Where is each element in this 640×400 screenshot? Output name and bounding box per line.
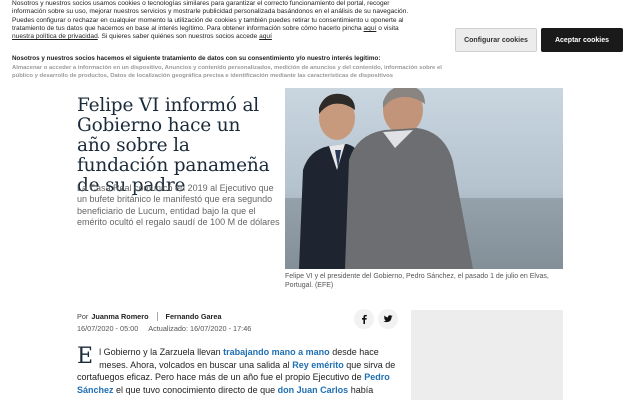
byline-separator	[156, 312, 158, 321]
body-text: el que tuvo conocimiento directo de que	[116, 384, 276, 395]
author-link-2[interactable]: Fernando Garea	[166, 312, 222, 321]
cookie-text-1: Nosotros y nuestros socios usamos cookie…	[12, 0, 409, 16]
body-link-juan-carlos[interactable]: don Juan Carlos	[278, 385, 349, 395]
cookie-text-4: . Si quieres saber quiénes son nuestros …	[97, 33, 258, 41]
photo-caption: Felipe VI y el presidente del Gobierno, …	[285, 273, 549, 290]
body-text: había	[350, 384, 374, 395]
cookie-notice-text: Nosotros y nuestros socios usamos cookie…	[12, 0, 420, 41]
twitter-icon	[383, 315, 393, 323]
cookie-here-link[interactable]: aquí	[364, 25, 377, 32]
consent-purposes-title: Nosotros y nuestros socios hacemos el si…	[12, 55, 381, 62]
article-body: E l Gobierno y la Zarzuela llevan trabaj…	[77, 346, 405, 396]
drop-cap: E	[77, 344, 94, 369]
body-link-rey-emerito[interactable]: Rey emérito	[292, 360, 344, 370]
sidebar-ad-placeholder	[411, 310, 563, 400]
facebook-icon	[362, 314, 367, 324]
configure-cookies-button[interactable]: Configurar cookies	[455, 28, 537, 52]
facebook-share-button[interactable]	[354, 309, 374, 329]
body-link-trabajando[interactable]: trabajando mano a mano	[223, 347, 330, 357]
privacy-policy-link[interactable]: nuestra política de privacidad	[12, 33, 98, 40]
article-subheadline: La Casa Real comunicó en 2019 al Ejecuti…	[77, 183, 280, 227]
cookie-text-2: Puedes configurar o rechazar en cualquie…	[12, 16, 404, 32]
partners-here-link[interactable]: aquí	[259, 33, 272, 40]
article-dates: 16/07/2020 - 05:00 Actualizado: 16/07/20…	[77, 324, 251, 333]
updated-date: Actualizado: 16/07/2020 - 17:46	[148, 324, 252, 333]
byline: Por Juanma Romero Fernando Garea	[77, 312, 222, 321]
article-headline: Felipe VI informó al Gobierno hace un añ…	[77, 95, 270, 196]
author-link-1[interactable]: Juanma Romero	[91, 312, 148, 321]
article-photo[interactable]	[285, 88, 563, 269]
twitter-share-button[interactable]	[378, 309, 398, 329]
byline-prefix: Por	[77, 312, 89, 321]
published-date: 16/07/2020 - 05:00	[77, 324, 139, 333]
photo-illustration	[285, 88, 563, 269]
cookie-banner: Nosotros y nuestros socios usamos cookie…	[0, 0, 640, 88]
cookie-text-3: o visita	[378, 24, 399, 32]
body-text: l Gobierno y la Zarzuela llevan	[99, 347, 221, 357]
accept-cookies-button[interactable]: Aceptar cookies	[541, 28, 623, 52]
consent-purposes-list: Almacenar o acceder a información en un …	[12, 65, 442, 79]
